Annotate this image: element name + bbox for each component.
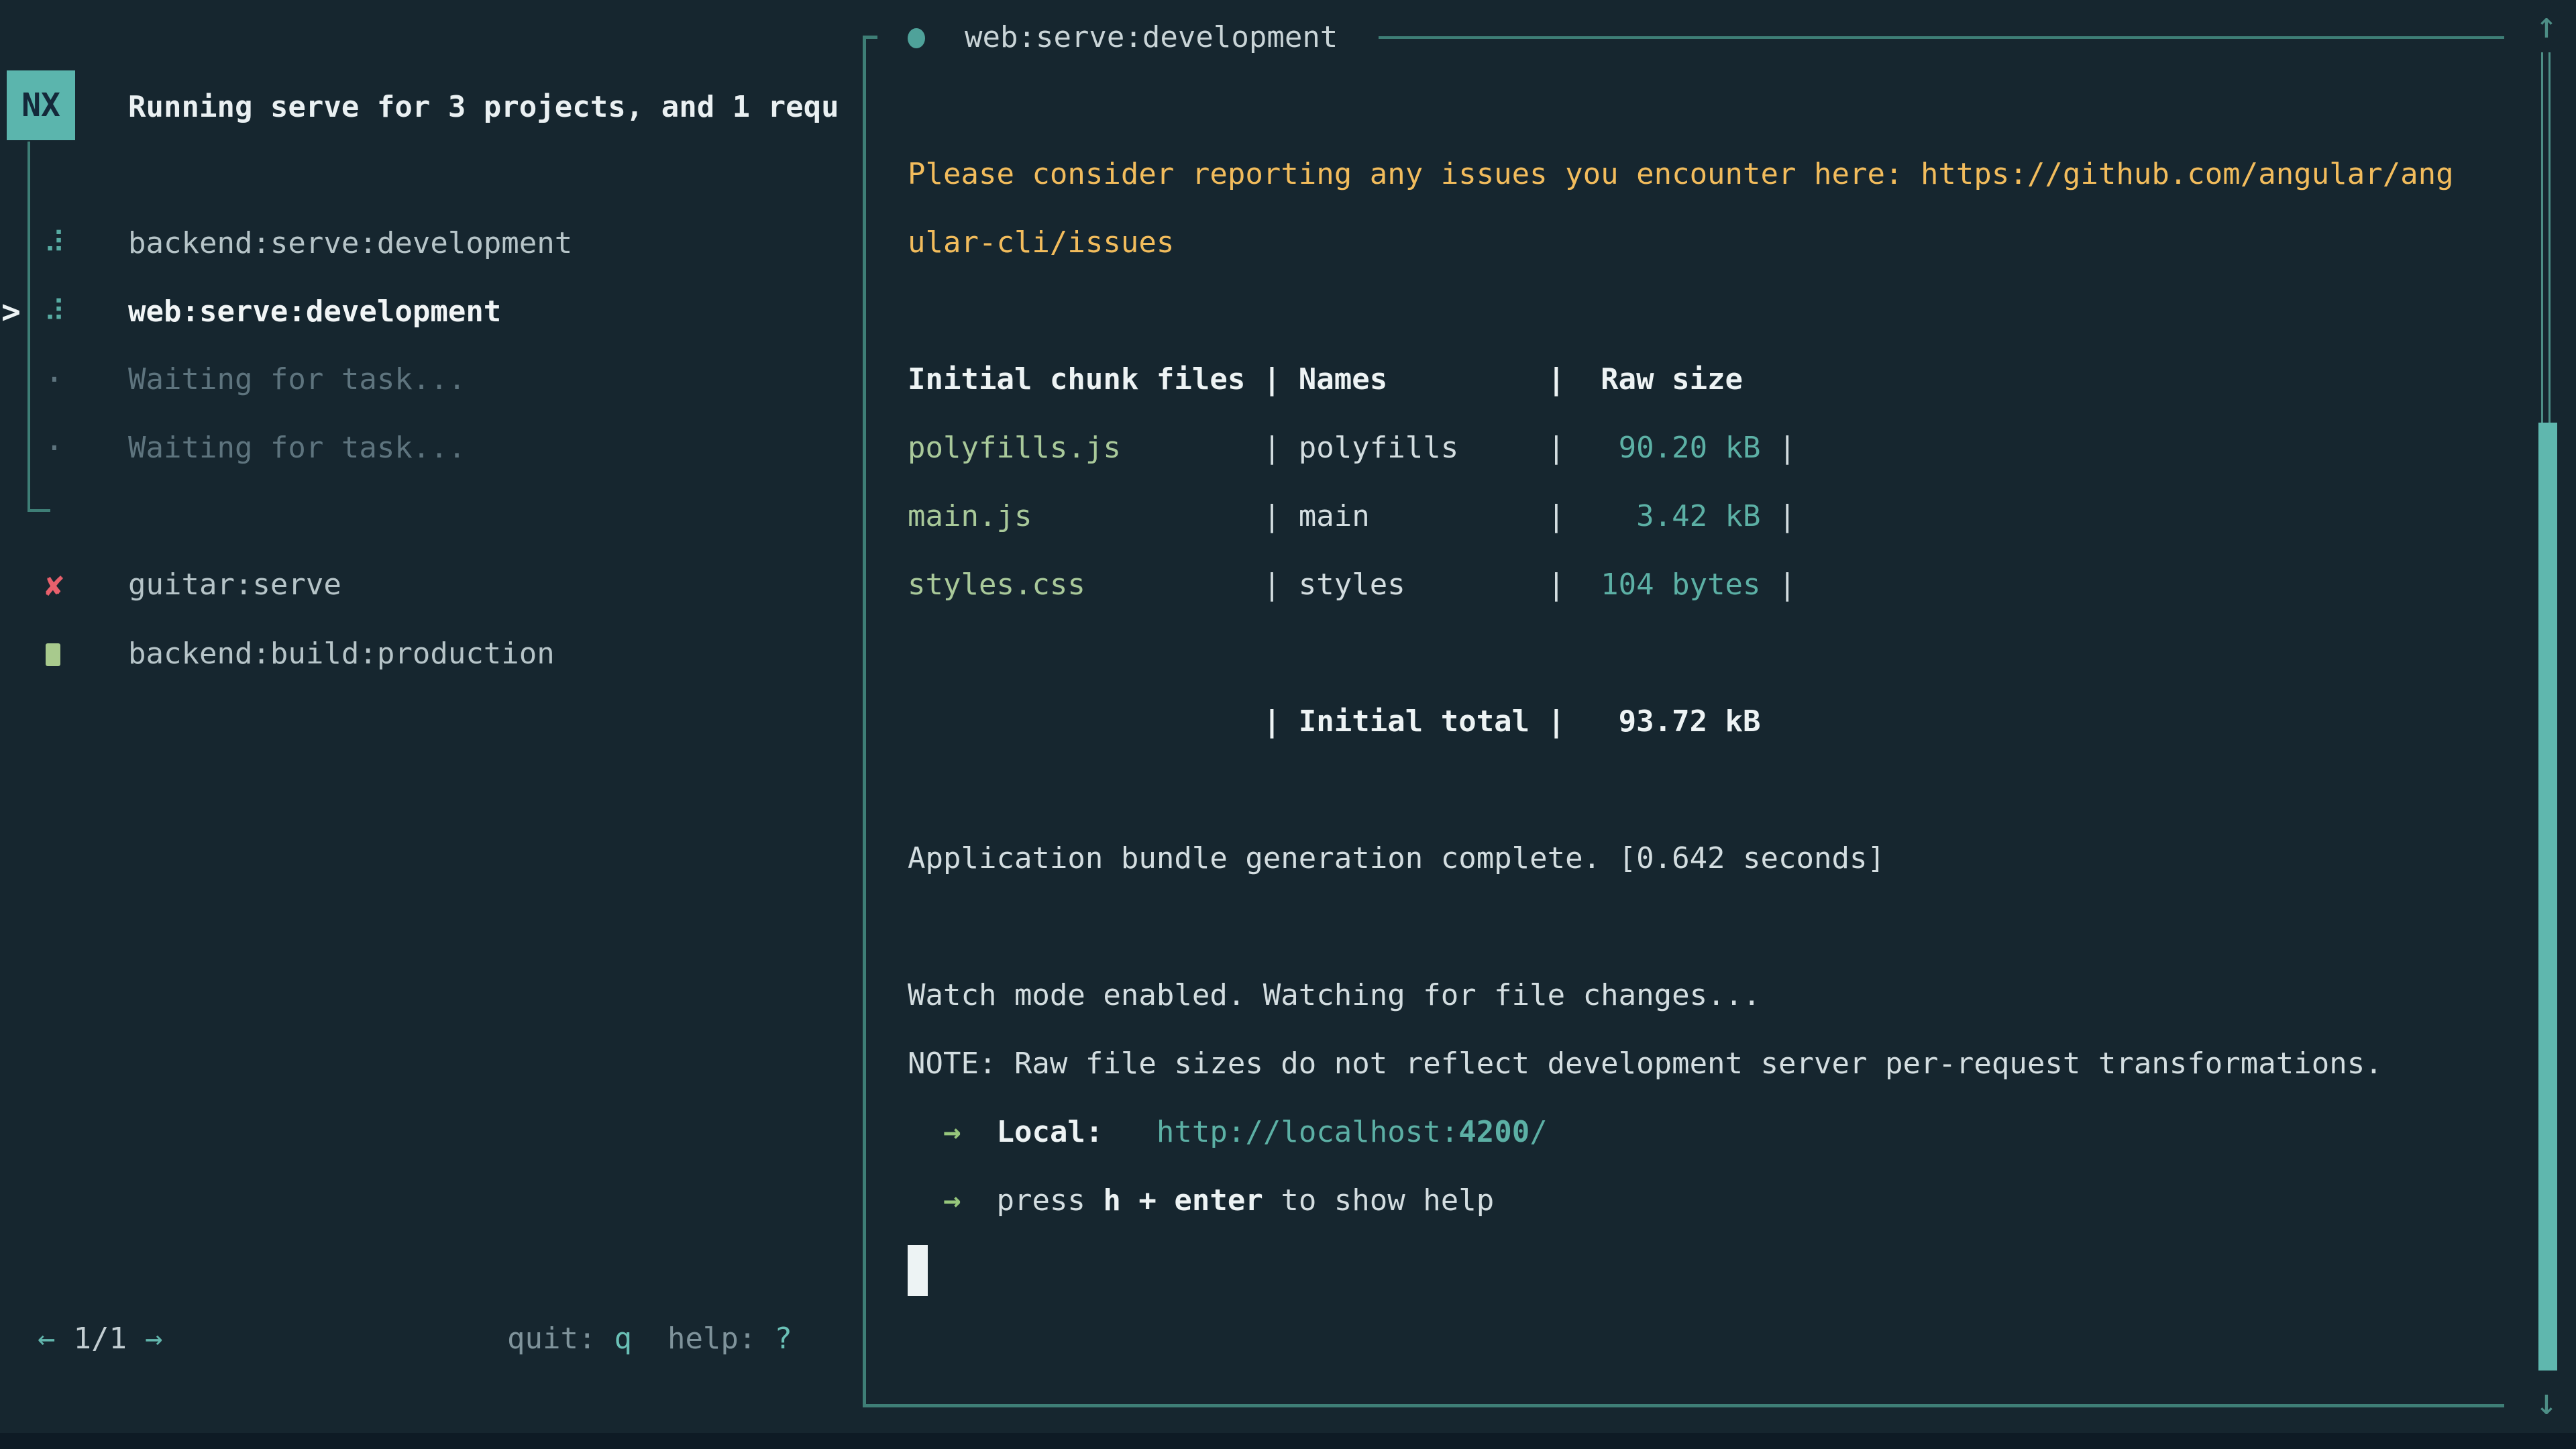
task-row[interactable]: backend:build:production	[0, 620, 859, 688]
terminal-cursor	[908, 1245, 928, 1296]
terminal-line: Application bundle generation complete. …	[908, 824, 2511, 893]
scroll-down-icon[interactable]: ↓	[2528, 1382, 2565, 1422]
task-list: ⠼ backend:serve:development > ⠼ web:serve:de…	[0, 0, 860, 1449]
terminal-text: |	[1761, 431, 1796, 465]
terminal-text: →	[943, 1183, 961, 1218]
page-next-icon[interactable]: →	[145, 1322, 163, 1356]
terminal-line: → press h + enter to show help	[908, 1167, 2511, 1235]
terminal-text: | main |	[1032, 499, 1636, 533]
quit-key: q	[614, 1322, 632, 1356]
terminal-text: | styles |	[1085, 568, 1601, 602]
terminal-text: | polyfills |	[1121, 431, 1619, 465]
spinner-icon: ⠼	[39, 278, 70, 346]
panel-title-rule	[1379, 36, 2504, 39]
terminal-line	[908, 1235, 2511, 1303]
panel-border-corner	[863, 36, 877, 39]
terminal-text: Please consider reporting any issues you…	[908, 157, 2454, 191]
terminal-text	[908, 1183, 943, 1218]
terminal-text: |	[1761, 499, 1796, 533]
local-url-link[interactable]: http://localhost:	[1157, 1115, 1458, 1149]
terminal-line: polyfills.js | polyfills | 90.20 kB |	[908, 414, 2511, 482]
terminal-text: 90.20 kB	[1619, 431, 1761, 465]
terminal-line: → Local: http://localhost:4200/	[908, 1098, 2511, 1167]
terminal-line: Watch mode enabled. Watching for file ch…	[908, 961, 2511, 1030]
panel-border-left	[863, 36, 866, 1407]
task-row[interactable]: · Waiting for task...	[0, 414, 859, 482]
keyboard-hints: quit: q help:?	[507, 1305, 792, 1373]
terminal-text: styles.css	[908, 568, 1085, 602]
terminal-text: 3.42 kB	[1636, 499, 1760, 533]
terminal-line: | Initial total | 93.72 kB	[908, 688, 2511, 756]
terminal-text: Initial chunk files | Names | Raw size	[908, 362, 1743, 396]
terminal-line: ular-cli/issues	[908, 209, 2511, 277]
local-url-link[interactable]: 4200	[1458, 1115, 1529, 1149]
spinner-icon: ⠼	[39, 209, 70, 278]
task-label: backend:build:production	[128, 620, 555, 688]
task-label: web:serve:development	[128, 278, 501, 346]
scroll-track[interactable]	[2541, 52, 2551, 423]
scroll-up-icon[interactable]: ↑	[2528, 5, 2565, 46]
task-label: guitar:serve	[128, 551, 341, 619]
task-label: backend:serve:development	[128, 209, 572, 278]
terminal-text: NOTE: Raw file sizes do not reflect deve…	[908, 1046, 2383, 1081]
terminal-text: 104 bytes	[1601, 568, 1760, 602]
local-url-link[interactable]: /	[1529, 1115, 1548, 1149]
terminal-line	[908, 756, 2511, 824]
terminal-line	[908, 619, 2511, 688]
terminal-text: Application bundle generation complete. …	[908, 841, 1885, 875]
help-key: ?	[774, 1322, 792, 1356]
terminal-line: NOTE: Raw file sizes do not reflect deve…	[908, 1030, 2511, 1098]
task-row[interactable]: ✘ guitar:serve	[0, 551, 859, 619]
dot-icon: ·	[39, 414, 70, 482]
task-row[interactable]: > ⠼ web:serve:development	[0, 278, 859, 346]
page-indicator: 1/1	[74, 1322, 127, 1356]
cross-icon: ✘	[39, 551, 70, 619]
terminal-text: main.js	[908, 499, 1032, 533]
scroll-thumb[interactable]	[2538, 423, 2557, 1371]
task-label: Waiting for task...	[128, 345, 466, 414]
terminal-text: press	[996, 1183, 1103, 1218]
quit-hint-label: quit:	[507, 1322, 596, 1356]
terminal-text: polyfills.js	[908, 431, 1121, 465]
terminal-output: Please consider reporting any issues you…	[908, 140, 2511, 1303]
terminal-text: | Initial total | 93.72 kB	[908, 704, 1761, 739]
terminal-text: |	[1761, 568, 1796, 602]
page-prev-icon[interactable]: ←	[38, 1322, 56, 1356]
terminal-text	[908, 1115, 943, 1149]
terminal-text: to show help	[1263, 1183, 1494, 1218]
selected-chevron-icon: >	[1, 278, 21, 346]
terminal-line: main.js | main | 3.42 kB |	[908, 482, 2511, 551]
panel-status-bullet-icon	[908, 28, 925, 48]
task-label: Waiting for task...	[128, 414, 466, 482]
terminal-text	[961, 1183, 996, 1218]
terminal-line: Please consider reporting any issues you…	[908, 140, 2511, 209]
pager: ← 1/1 →	[38, 1305, 162, 1373]
terminal-text: ular-cli/issues	[908, 225, 1174, 260]
square-icon	[46, 643, 60, 666]
terminal-line: styles.css | styles | 104 bytes |	[908, 551, 2511, 619]
panel-border-bottom	[863, 1404, 2504, 1407]
terminal-line: Initial chunk files | Names | Raw size	[908, 345, 2511, 414]
terminal-text	[1103, 1115, 1156, 1149]
window-bottom-edge	[0, 1433, 2576, 1449]
task-row[interactable]: ⠼ backend:serve:development	[0, 209, 859, 278]
help-hint-label: help:	[667, 1322, 756, 1356]
terminal-text	[961, 1115, 996, 1149]
terminal-line	[908, 277, 2511, 345]
terminal-text: Watch mode enabled. Watching for file ch…	[908, 978, 1761, 1012]
panel-title: web:serve:development	[965, 8, 1338, 67]
terminal-text: h + enter	[1103, 1183, 1263, 1218]
terminal-line	[908, 893, 2511, 961]
task-row[interactable]: · Waiting for task...	[0, 345, 859, 414]
dot-icon: ·	[39, 345, 70, 414]
terminal-text: →	[943, 1115, 961, 1149]
terminal-text: Local:	[996, 1115, 1103, 1149]
